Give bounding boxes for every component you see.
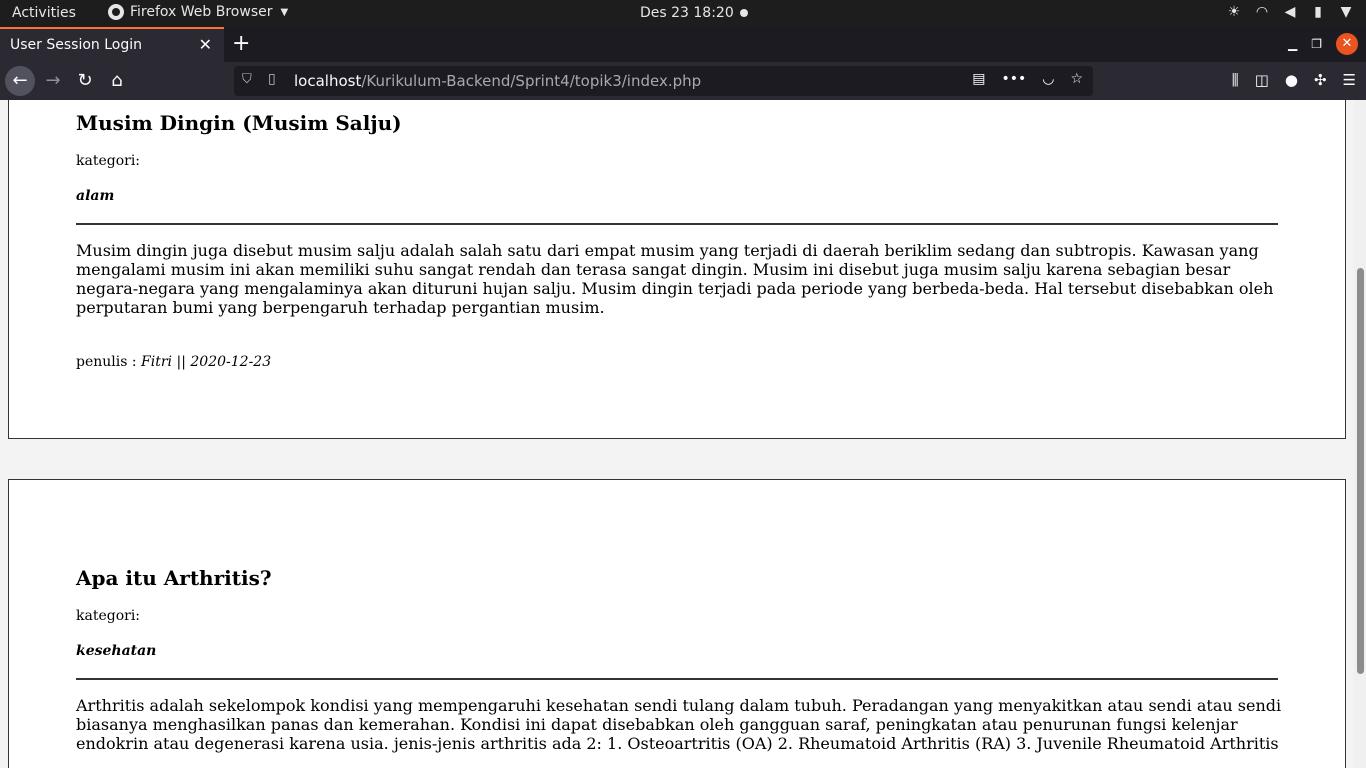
reader-view-icon[interactable]: ▤ xyxy=(972,71,985,87)
app-menu[interactable]: Firefox Web Browser ▼ xyxy=(108,4,288,20)
menu-icon[interactable]: ☰ xyxy=(1343,71,1356,89)
divider xyxy=(76,678,1278,680)
wifi-icon: ◠ xyxy=(1255,4,1269,20)
new-tab-button[interactable]: + xyxy=(232,31,250,56)
toolbar-right: ⫼ ◫ ● ✣ ☰ xyxy=(1232,71,1356,89)
divider xyxy=(76,223,1278,225)
app-menu-label: Firefox Web Browser xyxy=(130,4,273,20)
volume-icon: ◀ xyxy=(1284,4,1296,20)
url-host: localhost xyxy=(294,72,362,90)
shield-icon[interactable]: ⛉ xyxy=(242,72,252,87)
window-close-button[interactable]: ✕ xyxy=(1336,33,1358,55)
notification-dot-icon xyxy=(740,9,748,17)
pocket-icon[interactable]: ◡ xyxy=(1042,71,1054,87)
more-actions-icon[interactable]: ••• xyxy=(1001,71,1026,87)
back-button[interactable]: ← xyxy=(5,66,35,96)
brightness-icon: ☀ xyxy=(1227,4,1241,20)
category-label: kategori: xyxy=(76,153,141,169)
tab-title: User Session Login xyxy=(10,37,142,53)
article-body: Musim dingin juga disebut musim salju ad… xyxy=(76,241,1274,317)
tab-strip: User Session Login ✕ + ▁ ❐ ✕ xyxy=(0,27,1366,62)
article-body: Arthritis adalah sekelompok kondisi yang… xyxy=(76,696,1282,753)
article-meta: penulis : Fitri || 2020-12-23 xyxy=(76,354,271,370)
author-label: penulis : xyxy=(76,354,137,370)
category-value: kesehatan xyxy=(76,643,157,659)
forward-button[interactable]: → xyxy=(38,66,68,96)
category-value: alam xyxy=(76,188,115,204)
chevron-down-icon: ▼ xyxy=(1340,4,1352,20)
author-name: Fitri xyxy=(141,354,173,370)
extensions-icon[interactable]: ✣ xyxy=(1314,71,1327,89)
battery-icon: ▮ xyxy=(1314,4,1322,20)
window-controls: ▁ ❐ ✕ xyxy=(1288,33,1358,55)
tab-user-session-login[interactable]: User Session Login ✕ xyxy=(0,27,224,62)
chevron-down-icon: ▼ xyxy=(280,6,289,18)
article-title: Apa itu Arthritis? xyxy=(76,566,272,590)
system-top-bar: Activities Firefox Web Browser ▼ Des 23 … xyxy=(0,0,1366,27)
reload-button[interactable]: ↻ xyxy=(70,66,100,96)
firefox-icon xyxy=(108,4,124,20)
article-title: Musim Dingin (Musim Salju) xyxy=(76,111,402,135)
maximize-icon[interactable]: ❐ xyxy=(1311,37,1322,51)
navigation-toolbar: ← → ↻ ⌂ ⛉ ▯ localhost/Kurikulum-Backend/… xyxy=(0,62,1366,100)
close-icon[interactable]: ✕ xyxy=(199,35,212,54)
scrollbar-thumb[interactable] xyxy=(1357,268,1364,674)
activities-button[interactable]: Activities xyxy=(12,5,76,21)
category-label: kategori: xyxy=(76,608,141,624)
system-tray[interactable]: ☀ ◠ ◀ ▮ ▼ xyxy=(1226,4,1354,20)
url-path: /Kurikulum-Backend/Sprint4/topik3/index.… xyxy=(361,72,702,90)
url-bar[interactable]: ⛉ ▯ localhost/Kurikulum-Backend/Sprint4/… xyxy=(234,66,1093,96)
library-icon[interactable]: ⫼ xyxy=(1232,71,1239,89)
article-card: Apa itu Arthritis? kategori: kesehatan A… xyxy=(8,479,1346,768)
sidebar-icon[interactable]: ◫ xyxy=(1255,71,1269,89)
account-icon[interactable]: ● xyxy=(1285,71,1298,89)
url-text[interactable]: localhost/Kurikulum-Backend/Sprint4/topi… xyxy=(294,72,701,90)
clock[interactable]: Des 23 18:20 xyxy=(640,5,734,21)
minimize-icon[interactable]: ▁ xyxy=(1288,37,1297,51)
article-card: Musim Dingin (Musim Salju) kategori: ala… xyxy=(8,100,1346,439)
url-bar-actions: ▤ ••• ◡ ☆ xyxy=(972,71,1083,87)
meta-separator: || xyxy=(176,354,186,370)
home-button[interactable]: ⌂ xyxy=(102,66,132,96)
page-content: Musim Dingin (Musim Salju) kategori: ala… xyxy=(0,100,1366,768)
page-scrollbar[interactable] xyxy=(1354,100,1366,768)
article-date: 2020-12-23 xyxy=(190,354,272,370)
bookmark-star-icon[interactable]: ☆ xyxy=(1070,71,1083,87)
page-info-icon[interactable]: ▯ xyxy=(268,71,276,87)
